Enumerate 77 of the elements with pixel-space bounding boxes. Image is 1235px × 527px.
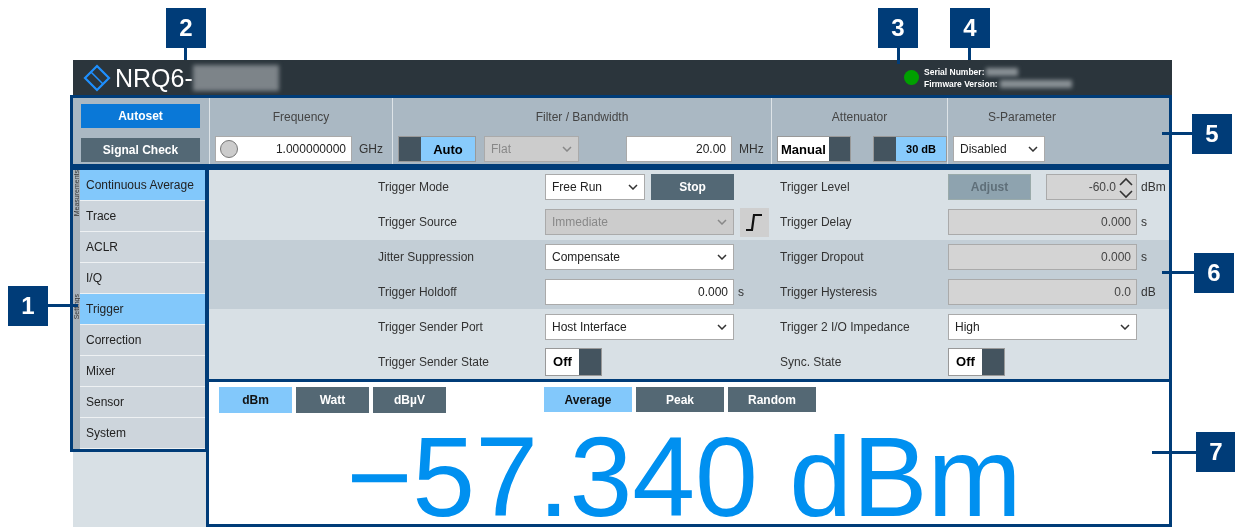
bandwidth-field[interactable]: 20.00 [626,136,732,162]
unit-tab[interactable]: dBm [219,387,292,413]
section-title: Attenuator [830,109,889,126]
setting-label: Trigger Holdoff [378,284,458,299]
sidebar-item[interactable]: Correction [80,325,205,356]
unit-label: s [738,284,744,299]
unit-label: GHz [359,142,383,156]
section-title: Filter / Bandwidth [534,109,630,126]
chevron-down-icon [1028,146,1038,152]
device-title: NRQ6- [115,63,193,92]
callout-number: 3 [878,8,918,48]
section-title: Frequency [271,109,331,126]
toolbar-button[interactable]: Signal Check [81,138,200,162]
setting-label: Trigger Mode [378,180,450,195]
setting-label: Trigger Hysteresis [780,284,878,299]
sidebar-item[interactable]: I/Q [80,263,205,294]
setting-label: Trigger Source [378,215,458,230]
setting-label: Trigger Dropout [780,250,865,265]
mode-tab[interactable]: Peak [636,387,724,412]
chevron-down-icon [628,184,638,191]
setting-label: Trigger Sender Port [378,319,484,334]
number-field[interactable]: 0.000 [545,278,734,305]
unit-label: dB [1141,284,1156,299]
diamond-logo-icon [83,63,111,92]
chevron-down-icon [717,323,727,330]
status-led-icon [904,70,919,85]
serial-number-label: Serial Number: [924,65,985,78]
unit-tab[interactable]: Watt [296,387,369,413]
mode-tab[interactable]: Average [544,387,632,412]
callout-number: 1 [8,286,48,326]
toolbar-button[interactable]: Autoset [81,104,200,128]
chevron-down-icon [562,146,572,152]
dropdown[interactable]: Disabled [953,136,1045,162]
action-button[interactable]: Stop [651,174,734,201]
setting-label: Jitter Suppression [378,250,476,265]
toggle-switch[interactable]: 30 dB [873,136,947,162]
toggle-switch[interactable]: Off [948,347,1005,376]
dropdown[interactable]: Compensate [545,244,734,271]
dropdown[interactable]: Free Run [545,174,645,201]
sidebar-item[interactable]: Continuous Average [80,170,205,201]
sidebar-item[interactable]: Trace [80,201,205,232]
unit-tab[interactable]: dBµV [373,387,446,413]
chevron-down-icon [1120,323,1130,330]
redacted-block [986,67,1019,76]
chevron-down-icon [717,254,727,261]
callout-number: 6 [1194,253,1234,293]
power-reading: −57.340 dBm [345,421,1023,524]
dropdown[interactable]: High [948,313,1137,340]
sidebar-item[interactable]: Sensor [80,387,205,418]
frequency-field[interactable]: 1.000000000 [215,136,352,162]
toggle-switch[interactable]: Off [545,347,602,376]
sidebar-item[interactable]: Trigger [80,294,205,325]
toggle-switch[interactable]: Manual [777,136,851,162]
callout-number: 2 [166,8,206,48]
unit-label: MHz [739,142,764,156]
sidebar-item[interactable]: Mixer [80,356,205,387]
setting-label: Trigger Sender State [378,354,490,369]
callout-number: 5 [1192,114,1232,154]
mode-tab[interactable]: Random [728,387,816,412]
unit-label: dBm [1141,180,1166,195]
section-title: S-Parameter [987,109,1058,126]
chevron-down-icon [717,219,727,226]
sidebar-item[interactable]: ACLR [80,232,205,263]
rising-edge-icon[interactable] [740,207,769,237]
firmware-version-label: Firmware Version: [924,77,998,90]
sidebar-item[interactable]: System [80,418,205,449]
setting-label: Trigger 2 I/O Impedance [780,319,911,334]
setting-label: Sync. State [780,354,843,369]
circle-icon [220,140,238,158]
setting-label: Trigger Level [780,180,851,195]
unit-label: s [1141,250,1147,265]
callout-number: 7 [1196,432,1235,472]
setting-label: Trigger Delay [780,215,853,230]
dropdown[interactable]: Host Interface [545,313,734,340]
callout-number: 4 [950,8,990,48]
toggle-switch[interactable]: Auto [398,136,476,162]
unit-label: s [1141,215,1147,230]
